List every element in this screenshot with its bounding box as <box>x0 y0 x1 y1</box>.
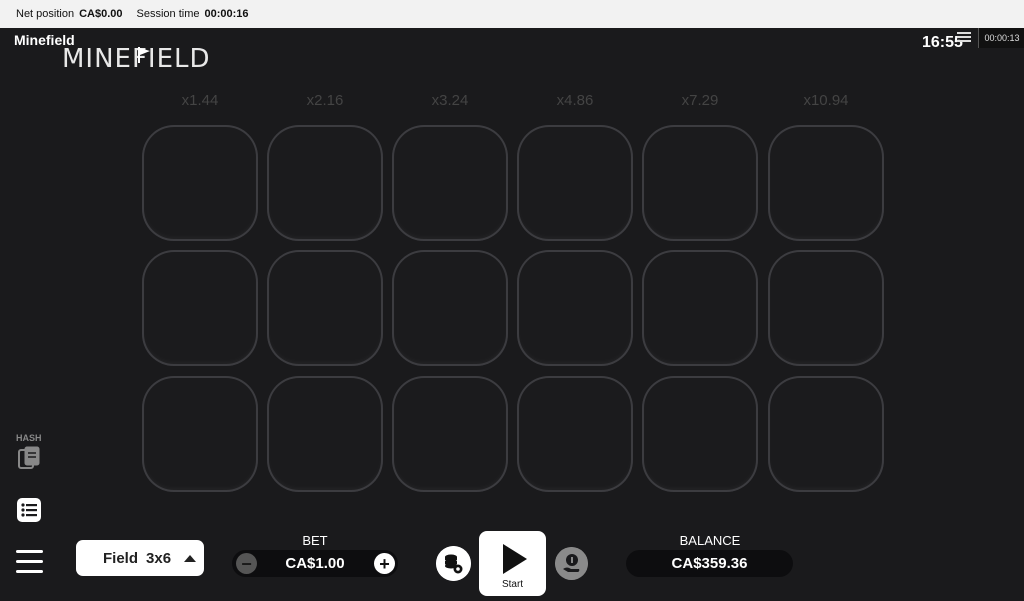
balance-value: CA$359.36 <box>626 550 793 577</box>
flag-icon <box>138 47 150 63</box>
increase-bet-button[interactable]: + <box>374 553 395 574</box>
play-icon <box>503 544 527 574</box>
mine-tile[interactable] <box>517 125 633 241</box>
mine-tile[interactable] <box>642 125 758 241</box>
mine-tile[interactable] <box>267 376 383 492</box>
mine-tile[interactable] <box>392 125 508 241</box>
mine-tile[interactable] <box>517 250 633 366</box>
mine-tile[interactable] <box>392 376 508 492</box>
caret-up-icon <box>184 555 196 562</box>
copy-hash-icon[interactable] <box>16 445 42 471</box>
multiplier-label: x10.94 <box>803 92 849 109</box>
hash-label: HASH <box>16 433 42 443</box>
session-time: Session time 00:00:16 <box>137 8 249 20</box>
timer: 00:00:13 <box>978 28 1024 48</box>
decrease-bet-button[interactable]: − <box>236 553 257 574</box>
mine-tile[interactable] <box>392 250 508 366</box>
mine-tile[interactable] <box>642 376 758 492</box>
bet-value: CA$1.00 <box>285 555 345 572</box>
net-position: Net position CA$0.00 <box>16 8 123 20</box>
field-select-label: Field <box>103 549 139 567</box>
start-button[interactable]: Start <box>479 531 546 596</box>
main-menu-icon[interactable] <box>16 550 43 574</box>
multiplier-label: x3.24 <box>431 92 469 109</box>
mine-tile[interactable] <box>642 250 758 366</box>
mine-tile[interactable] <box>517 376 633 492</box>
history-list-icon[interactable] <box>16 497 42 523</box>
multiplier-label: x4.86 <box>556 92 594 109</box>
net-position-value: CA$0.00 <box>79 8 123 20</box>
mine-tile[interactable] <box>142 125 258 241</box>
bet-label: BET <box>302 533 328 548</box>
mine-tile[interactable] <box>768 376 884 492</box>
session-time-value: 00:00:16 <box>204 8 249 20</box>
net-position-label: Net position <box>16 8 75 20</box>
game-logo: MINEFIELD <box>62 44 211 74</box>
field-size-select[interactable]: Field 3x6 <box>76 540 204 576</box>
multiplier-label: x7.29 <box>681 92 719 109</box>
mine-tile[interactable] <box>768 250 884 366</box>
cashout-button[interactable] <box>555 547 588 580</box>
session-time-label: Session time <box>136 8 200 20</box>
field-select-value: 3x6 <box>146 549 172 567</box>
start-label: Start <box>501 579 524 590</box>
mine-tile[interactable] <box>142 376 258 492</box>
balance-label: BALANCE <box>679 533 741 548</box>
multiplier-label: x1.44 <box>181 92 219 109</box>
mine-tile[interactable] <box>267 125 383 241</box>
options-menu-icon[interactable] <box>957 30 971 46</box>
bet-settings-button[interactable] <box>436 546 471 581</box>
mine-tile[interactable] <box>267 250 383 366</box>
mine-tile[interactable] <box>768 125 884 241</box>
mine-tile[interactable] <box>142 250 258 366</box>
session-info-bar: Net position CA$0.00 Session time 00:00:… <box>0 0 1024 28</box>
multiplier-label: x2.16 <box>306 92 344 109</box>
